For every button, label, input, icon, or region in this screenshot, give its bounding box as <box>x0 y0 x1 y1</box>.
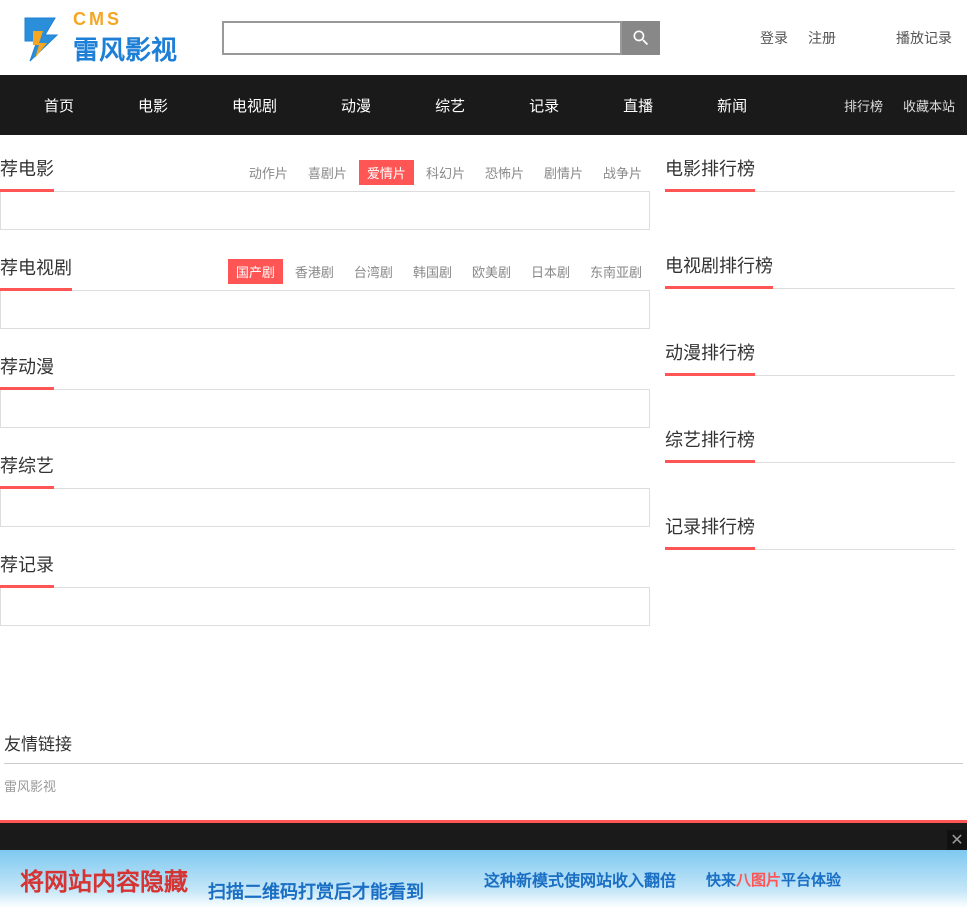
genre-tab[interactable]: 爱情片 <box>359 160 414 185</box>
section-title: 记录排行榜 <box>665 513 755 550</box>
search-button[interactable] <box>622 21 660 55</box>
section-header: 动漫排行榜 <box>665 339 955 376</box>
nav-item[interactable]: 首页 <box>12 95 106 116</box>
play-history-link[interactable]: 播放记录 <box>896 28 952 48</box>
footer-bar <box>0 820 967 850</box>
right-column: 电影排行榜 电视剧排行榜 动漫排行榜 综艺排行榜 记录排行榜 <box>665 155 955 650</box>
header: CMS 雷风影视 登录 注册 播放记录 <box>0 0 967 75</box>
nav-bookmark-link[interactable]: 收藏本站 <box>903 96 955 115</box>
genre-tab[interactable]: 台湾剧 <box>346 259 401 284</box>
section-header: 荐电视剧 国产剧 香港剧 台湾剧 韩国剧 欧美剧 日本剧 东南亚剧 <box>0 254 650 291</box>
section-movie: 荐电影 动作片 喜剧片 爱情片 科幻片 恐怖片 剧情片 战争片 <box>0 155 650 230</box>
section-title: 荐电影 <box>0 155 54 192</box>
section-header: 荐记录 <box>0 551 650 588</box>
genre-tab[interactable]: 欧美剧 <box>464 259 519 284</box>
genre-tab[interactable]: 东南亚剧 <box>582 259 650 284</box>
section-title: 荐电视剧 <box>0 254 72 291</box>
section-body <box>0 588 650 626</box>
section-body <box>0 489 650 527</box>
genre-tab[interactable]: 国产剧 <box>228 259 283 284</box>
banner-mid: 这种新模式使网站收入翻倍 <box>484 867 676 891</box>
friend-links-section: 友情链接 雷风影视 <box>0 730 967 808</box>
genre-tab[interactable]: 恐怖片 <box>477 160 532 185</box>
nav-rank-link[interactable]: 排行榜 <box>844 96 883 115</box>
nav-item[interactable]: 综艺 <box>403 95 497 116</box>
logo-name-label: 雷风影视 <box>73 30 177 67</box>
genre-tab[interactable]: 剧情片 <box>536 160 591 185</box>
section-title: 动漫排行榜 <box>665 339 755 376</box>
banner-cta-suffix: 平台体验 <box>781 872 841 889</box>
section-tv: 荐电视剧 国产剧 香港剧 台湾剧 韩国剧 欧美剧 日本剧 东南亚剧 <box>0 254 650 329</box>
banner-close-button[interactable]: ✕ <box>947 830 967 850</box>
section-title: 电视剧排行榜 <box>665 252 773 289</box>
close-icon: ✕ <box>950 830 963 850</box>
section-rank-movie: 电影排行榜 <box>665 155 955 192</box>
friend-link[interactable]: 雷风影视 <box>4 779 56 794</box>
friend-links-title: 友情链接 <box>4 730 963 764</box>
section-rank-variety: 综艺排行榜 <box>665 426 955 463</box>
main-content: 荐电影 动作片 喜剧片 爱情片 科幻片 恐怖片 剧情片 战争片 荐电视剧 国产剧… <box>0 135 967 650</box>
section-documentary: 荐记录 <box>0 551 650 626</box>
left-column: 荐电影 动作片 喜剧片 爱情片 科幻片 恐怖片 剧情片 战争片 荐电视剧 国产剧… <box>0 155 650 650</box>
genre-tab[interactable]: 韩国剧 <box>405 259 460 284</box>
section-body <box>0 291 650 329</box>
logo-text: CMS 雷风影视 <box>73 9 177 67</box>
login-link[interactable]: 登录 <box>760 28 788 48</box>
banner-headline: 将网站内容隐藏 <box>20 862 188 897</box>
nav-item[interactable]: 记录 <box>497 95 591 116</box>
section-tabs: 动作片 喜剧片 爱情片 科幻片 恐怖片 剧情片 战争片 <box>241 160 650 191</box>
banner-sub: 扫描二维码打赏后才能看到 <box>208 878 424 908</box>
genre-tab[interactable]: 香港剧 <box>287 259 342 284</box>
nav-item[interactable]: 电视剧 <box>200 95 309 116</box>
section-title: 荐动漫 <box>0 353 54 390</box>
section-rank-documentary: 记录排行榜 <box>665 513 955 550</box>
section-variety: 荐综艺 <box>0 452 650 527</box>
register-link[interactable]: 注册 <box>808 28 836 48</box>
logo-icon <box>15 13 65 63</box>
section-body <box>0 390 650 428</box>
friend-links-body: 雷风影视 <box>4 764 963 808</box>
section-title: 综艺排行榜 <box>665 426 755 463</box>
nav-right: 排行榜 收藏本站 <box>844 96 955 115</box>
section-anime: 荐动漫 <box>0 353 650 428</box>
section-header: 荐动漫 <box>0 353 650 390</box>
search-icon <box>631 28 651 48</box>
section-body <box>0 192 650 230</box>
section-rank-tv: 电视剧排行榜 <box>665 252 955 289</box>
banner-cta-highlight: 八图片 <box>736 872 781 889</box>
nav-item[interactable]: 新闻 <box>685 95 779 116</box>
section-header: 电视剧排行榜 <box>665 252 955 289</box>
genre-tab[interactable]: 科幻片 <box>418 160 473 185</box>
banner-cta[interactable]: 快来八图片平台体验 <box>706 869 841 890</box>
logo-cms-label: CMS <box>73 9 177 30</box>
section-tabs: 国产剧 香港剧 台湾剧 韩国剧 欧美剧 日本剧 东南亚剧 <box>228 259 650 290</box>
section-title: 电影排行榜 <box>665 155 755 192</box>
section-title: 荐综艺 <box>0 452 54 489</box>
section-rank-anime: 动漫排行榜 <box>665 339 955 376</box>
bottom-banner: ✕ 将网站内容隐藏 扫描二维码打赏后才能看到 这种新模式使网站收入翻倍 快来八图… <box>0 850 967 908</box>
nav-item[interactable]: 直播 <box>591 95 685 116</box>
logo[interactable]: CMS 雷风影视 <box>15 9 177 67</box>
search-form <box>222 21 660 55</box>
genre-tab[interactable]: 喜剧片 <box>300 160 355 185</box>
genre-tab[interactable]: 日本剧 <box>523 259 578 284</box>
nav-item[interactable]: 动漫 <box>309 95 403 116</box>
header-right: 登录 注册 播放记录 <box>760 28 952 48</box>
nav-item[interactable]: 电影 <box>106 95 200 116</box>
section-header: 综艺排行榜 <box>665 426 955 463</box>
genre-tab[interactable]: 战争片 <box>595 160 650 185</box>
section-header: 电影排行榜 <box>665 155 955 192</box>
section-header: 记录排行榜 <box>665 513 955 550</box>
section-title: 荐记录 <box>0 551 54 588</box>
section-header: 荐综艺 <box>0 452 650 489</box>
banner-cta-prefix: 快来 <box>706 872 736 889</box>
main-nav: 首页 电影 电视剧 动漫 综艺 记录 直播 新闻 排行榜 收藏本站 <box>0 75 967 135</box>
search-input[interactable] <box>222 21 622 55</box>
section-header: 荐电影 动作片 喜剧片 爱情片 科幻片 恐怖片 剧情片 战争片 <box>0 155 650 192</box>
genre-tab[interactable]: 动作片 <box>241 160 296 185</box>
